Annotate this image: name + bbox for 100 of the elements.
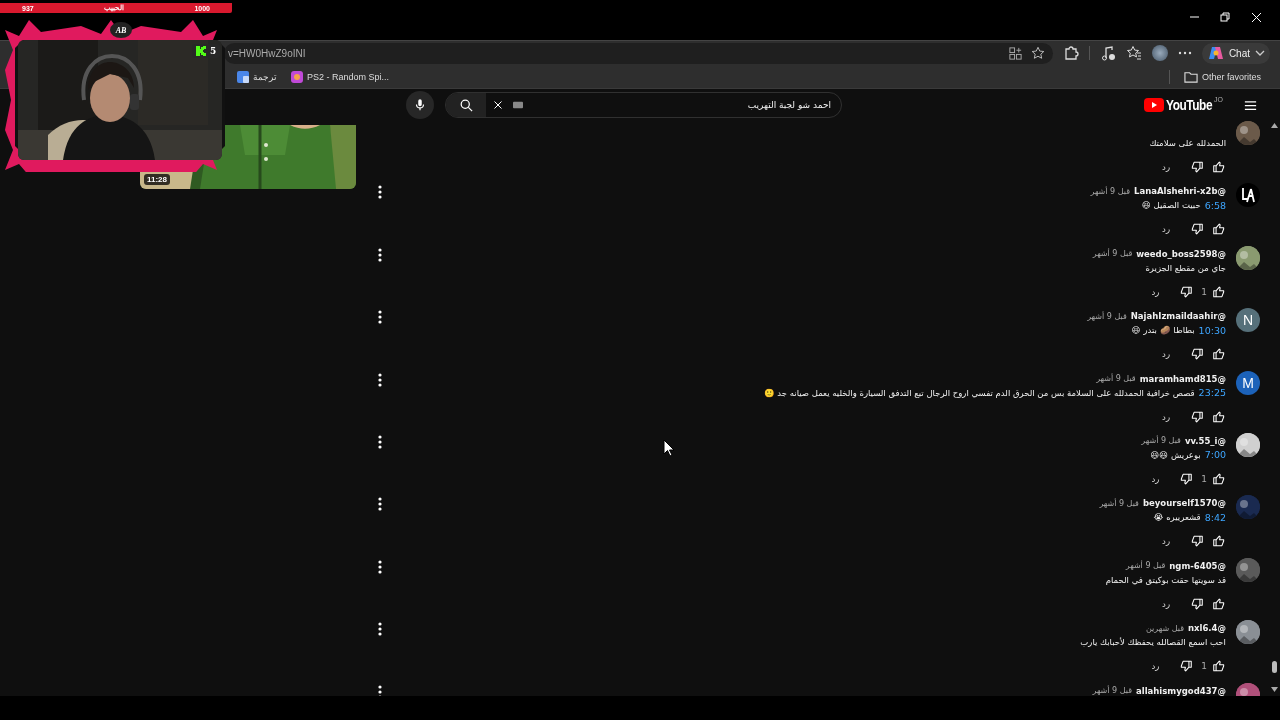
comment-time: قبل 9 أشهر [1090,186,1130,196]
more-icon[interactable] [378,497,382,512]
avatar[interactable]: N [1236,308,1260,333]
dislike-icon[interactable] [1190,534,1204,549]
reply-button[interactable]: رد [1147,661,1164,672]
reply-button[interactable]: رد [1158,162,1174,172]
dislike-icon[interactable] [1179,284,1194,299]
profile-avatar[interactable] [1151,45,1168,61]
avatar[interactable] [1236,557,1260,582]
reply-button[interactable]: رد [1158,349,1174,360]
clear-icon[interactable] [492,99,504,111]
extensions-icon[interactable] [1062,45,1079,61]
more-icon[interactable] [378,372,382,387]
cursor-icon [663,439,675,457]
comment-author[interactable]: @NajahIzmaildaahir [1130,311,1226,322]
dislike-icon[interactable] [1179,659,1194,674]
apps-icon[interactable] [1007,45,1023,61]
like-icon[interactable] [1212,471,1226,486]
comment-text: بطاطا 🥔 بتدر 😆 [1131,325,1195,336]
avatar[interactable] [1236,183,1260,208]
url-text: v=HW0HwZ9oINI [228,47,307,59]
keyboard-icon[interactable] [511,100,525,110]
reply-button[interactable]: رد [1158,411,1174,422]
other-favorites-link[interactable]: Other favorites [1183,69,1261,84]
scrollbar-thumb[interactable] [1271,661,1277,673]
mic-icon [413,98,427,112]
dislike-icon[interactable] [1190,222,1204,237]
comment-time: قبل شهرين [1146,623,1184,633]
comment-text: بوعريش 😆😆 [1150,449,1201,460]
reply-button[interactable]: رد [1158,598,1174,609]
timestamp-link[interactable]: 6:58 [1204,199,1226,211]
comment-time: قبل 9 أشهر [1096,374,1136,384]
like-icon[interactable] [1212,222,1226,237]
comment-time: قبل 9 أشهر [1099,498,1139,508]
comment-author[interactable]: @ngm-6405 [1169,560,1226,571]
search-field[interactable]: احمد شو لجبة التهريب [525,100,841,110]
like-icon[interactable] [1212,284,1226,299]
avatar[interactable]: M [1236,370,1260,395]
reply-button[interactable]: رد [1147,473,1164,484]
scroll-down-icon[interactable] [1270,687,1278,692]
folder-icon [1183,69,1198,84]
chevron-icon[interactable] [1255,50,1265,56]
reply-button[interactable]: رد [1158,536,1174,547]
comment-text: قصص خرافية الحمدلله على السلامة بس من الحرق الدم تفسي اروح الرجال تبع التدفق السيارة والخليه يعمل صيانه جد 🙂 [763,387,1195,398]
more-icon[interactable] [378,684,382,696]
music-icon[interactable] [1099,45,1116,61]
more-icon[interactable] [1177,51,1192,55]
like-icon[interactable] [1212,596,1226,611]
avatar[interactable] [1236,245,1260,270]
comment-author[interactable]: @allahismygod437 [1136,685,1226,696]
comment-author[interactable]: @LanaAlshehri-x2b [1134,186,1226,197]
channel-logo: AB [110,22,132,38]
like-icon[interactable] [1212,347,1226,362]
timestamp-link[interactable]: 8:42 [1204,511,1226,523]
like-icon[interactable] [1212,409,1226,424]
like-icon[interactable] [1212,534,1226,549]
like-icon[interactable] [1212,160,1226,174]
comment-author[interactable]: @beyourself1570 [1142,498,1226,509]
favorites-icon[interactable] [1125,45,1142,61]
comment-author[interactable]: @weedo_boss2598 [1136,248,1226,259]
chat-button[interactable]: Chat [1201,42,1270,64]
more-icon[interactable] [378,310,382,325]
dislike-icon[interactable] [1190,160,1204,174]
bookmark-link[interactable]: PS2 - Random Spi... [291,70,390,83]
reply-button[interactable]: رد [1147,286,1164,297]
copilot-icon [1207,46,1224,60]
avatar[interactable] [1236,432,1260,457]
comment-text: احب اسمع القصالله يحفظك لأحبابك يارب [1080,637,1226,648]
like-icon[interactable] [1212,659,1226,674]
more-icon[interactable] [378,247,382,262]
more-icon[interactable] [378,185,382,200]
star-icon[interactable] [1030,46,1045,60]
address-bar[interactable]: v=HW0HwZ9oINI [224,42,1053,64]
restore-icon[interactable] [1220,11,1231,23]
timestamp-link[interactable]: 10:30 [1198,324,1226,336]
dislike-icon[interactable] [1190,596,1204,611]
comment-time: قبل 9 أشهر [1087,311,1127,321]
timestamp-link[interactable]: 7:00 [1204,449,1226,461]
timestamp-link[interactable]: 23:25 [1198,387,1226,399]
bookmark-link[interactable]: ترجمة [237,70,277,83]
more-icon[interactable] [378,434,382,449]
voice-search-button[interactable] [406,91,434,119]
comment-author[interactable]: @vv.55_i [1184,435,1226,446]
comment-author[interactable]: @maramhamd815 [1139,373,1226,384]
comment-author[interactable]: @nxl6.4 [1188,623,1226,634]
search-button[interactable] [446,93,486,117]
dislike-icon[interactable] [1190,347,1204,362]
dislike-icon[interactable] [1190,409,1204,424]
close-icon[interactable] [1251,11,1262,23]
dislike-icon[interactable] [1179,471,1194,486]
reply-button[interactable]: رد [1158,224,1174,235]
scroll-up-icon[interactable] [1270,123,1278,128]
more-icon[interactable] [378,559,382,574]
more-icon[interactable] [378,622,382,637]
youtube-logo-icon[interactable] [1143,98,1164,112]
avatar[interactable] [1236,620,1260,645]
avatar[interactable] [1236,121,1260,145]
app-icon [291,70,303,83]
comment-time: قبل 9 أشهر [1125,561,1166,571]
comment-text: قشعرييره 😭 [1153,512,1201,523]
